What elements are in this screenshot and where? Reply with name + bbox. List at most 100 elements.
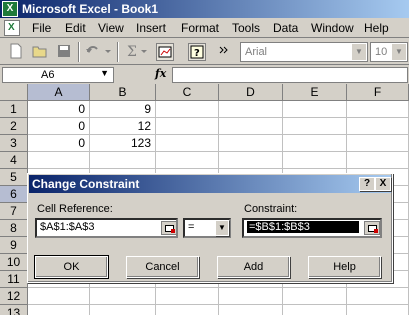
column-header-c[interactable]: C [156, 84, 219, 101]
collapse-dialog-icon[interactable] [161, 221, 177, 235]
cell-e3[interactable] [283, 135, 347, 152]
cell-c13[interactable] [156, 305, 219, 315]
cell-f12[interactable] [347, 288, 409, 305]
row-header-8[interactable]: 8 [0, 220, 28, 237]
function-icon[interactable]: fx [155, 67, 166, 80]
menu-edit[interactable]: Edit [65, 21, 86, 35]
cell-f4[interactable] [347, 152, 409, 169]
column-header-e[interactable]: E [283, 84, 347, 101]
menu-format[interactable]: Format [181, 21, 219, 35]
cell-f2[interactable] [347, 118, 409, 135]
font-select[interactable]: Arial ▼ [240, 42, 368, 62]
cell-a1[interactable]: 0 [28, 101, 90, 118]
cell-c12[interactable] [156, 288, 219, 305]
cell-e4[interactable] [283, 152, 347, 169]
cell-f3[interactable] [347, 135, 409, 152]
name-box[interactable]: A6 ▼ [2, 67, 114, 83]
formula-input[interactable] [172, 67, 408, 83]
cell-c4[interactable] [156, 152, 219, 169]
svg-text:Σ: Σ [127, 44, 137, 59]
menu-data[interactable]: Data [273, 21, 298, 35]
column-header-d[interactable]: D [219, 84, 283, 101]
row-header-11[interactable]: 11 [0, 271, 28, 288]
cell-b3[interactable]: 123 [90, 135, 156, 152]
row-header-9[interactable]: 9 [0, 237, 28, 254]
font-value: Arial [245, 46, 268, 58]
menu-tools[interactable]: Tools [232, 21, 260, 35]
collapse-dialog-icon[interactable] [364, 221, 380, 235]
cell-d1[interactable] [219, 101, 283, 118]
cell-e13[interactable] [283, 305, 347, 315]
row-header-10[interactable]: 10 [0, 254, 28, 271]
row-header-1[interactable]: 1 [0, 101, 28, 118]
cell-e2[interactable] [283, 118, 347, 135]
menu-view[interactable]: View [98, 21, 124, 35]
chevron-down-icon[interactable]: ▼ [100, 68, 109, 78]
cell-a13[interactable] [28, 305, 90, 315]
chevron-down-icon[interactable]: ▼ [392, 44, 406, 60]
menu-insert[interactable]: Insert [136, 21, 166, 35]
row-header-4[interactable]: 4 [0, 152, 28, 169]
cell-f1[interactable] [347, 101, 409, 118]
cell-d4[interactable] [219, 152, 283, 169]
undo-dropdown-icon[interactable] [104, 43, 122, 61]
help-question-button[interactable]: ? [359, 177, 375, 191]
row-header-5[interactable]: 5 [0, 169, 28, 186]
cell-e1[interactable] [283, 101, 347, 118]
undo-icon[interactable] [84, 43, 102, 61]
cell-d12[interactable] [219, 288, 283, 305]
dialog-title-bar: Change Constraint ? X [29, 175, 391, 193]
cell-f13[interactable] [347, 305, 409, 315]
cell-c3[interactable] [156, 135, 219, 152]
constraint-input[interactable]: =$B$1:$B$3 [242, 218, 382, 238]
save-icon[interactable] [56, 43, 74, 61]
new-icon[interactable] [8, 43, 26, 61]
workbook-icon[interactable] [4, 20, 20, 36]
close-button[interactable]: X [375, 177, 391, 191]
cell-c1[interactable] [156, 101, 219, 118]
cell-reference-input[interactable]: $A$1:$A$3 [35, 218, 178, 238]
cell-d3[interactable] [219, 135, 283, 152]
open-icon[interactable] [32, 43, 50, 61]
cell-d2[interactable] [219, 118, 283, 135]
column-header-b[interactable]: B [90, 84, 156, 101]
column-header-a[interactable]: A [28, 84, 90, 101]
cancel-button[interactable]: Cancel [126, 256, 199, 278]
cell-b2[interactable]: 12 [90, 118, 156, 135]
row-header-6[interactable]: 6 [0, 186, 28, 203]
chevron-down-icon[interactable]: ▼ [215, 220, 229, 236]
title-bar: X Microsoft Excel - Book1 [0, 0, 409, 18]
cell-a12[interactable] [28, 288, 90, 305]
cell-e12[interactable] [283, 288, 347, 305]
chart-wizard-icon[interactable] [156, 43, 174, 61]
menu-help[interactable]: Help [364, 21, 389, 35]
help-button[interactable]: Help [308, 256, 381, 278]
row-header-13[interactable]: 13 [0, 305, 28, 315]
menu-window[interactable]: Window [311, 21, 354, 35]
font-size-select[interactable]: 10 ▼ [370, 42, 408, 62]
row-header-12[interactable]: 12 [0, 288, 28, 305]
chevron-down-icon[interactable]: ▼ [352, 44, 366, 60]
cell-a3[interactable]: 0 [28, 135, 90, 152]
row-header-3[interactable]: 3 [0, 135, 28, 152]
add-button[interactable]: Add [217, 256, 290, 278]
ok-button[interactable]: OK [34, 255, 109, 279]
operator-select[interactable]: = ▼ [183, 218, 231, 238]
menu-file[interactable]: File [32, 21, 51, 35]
cell-d13[interactable] [219, 305, 283, 315]
cell-b4[interactable] [90, 152, 156, 169]
cell-a4[interactable] [28, 152, 90, 169]
cell-b1[interactable]: 9 [90, 101, 156, 118]
help-icon[interactable]: ? [188, 43, 206, 61]
name-box-value: A6 [41, 69, 55, 81]
cell-b12[interactable] [90, 288, 156, 305]
window-title: Microsoft Excel - Book1 [22, 2, 159, 16]
row-header-7[interactable]: 7 [0, 203, 28, 220]
column-header-f[interactable]: F [347, 84, 409, 101]
cell-a2[interactable]: 0 [28, 118, 90, 135]
row-header-2[interactable]: 2 [0, 118, 28, 135]
select-all-corner[interactable] [0, 84, 28, 101]
cell-c2[interactable] [156, 118, 219, 135]
toolbar-options-icon[interactable] [218, 43, 236, 61]
cell-b13[interactable] [90, 305, 156, 315]
